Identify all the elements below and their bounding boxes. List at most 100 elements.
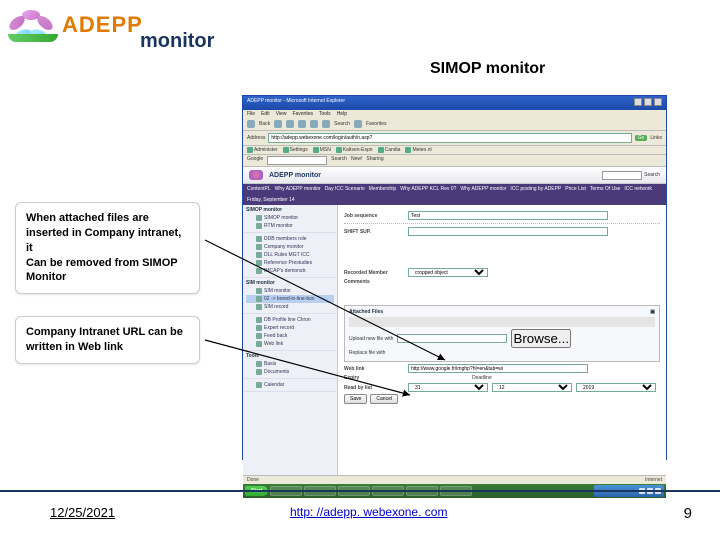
status-right: Internet xyxy=(645,477,662,483)
nav-item[interactable]: Why ADEPP KCL Rev 0? xyxy=(400,186,456,192)
ie-addressbar[interactable]: Address Go Links xyxy=(243,131,666,146)
recmem-label: Recorded Member xyxy=(344,270,404,276)
ie-title-text: ADEPP monitor - Microsoft Internet Explo… xyxy=(247,98,345,108)
favorites-icon[interactable] xyxy=(354,120,362,128)
home-icon[interactable] xyxy=(310,120,318,128)
slide-main-title: SIMOP monitor xyxy=(430,60,545,78)
menu-tools[interactable]: Tools xyxy=(319,111,331,117)
readby-dd[interactable]: 31 xyxy=(408,383,488,392)
sidebar[interactable]: SIMOP monitor SIMOP monitor RTM monitor … xyxy=(243,205,338,475)
search-icon[interactable] xyxy=(322,120,330,128)
link-item: Kaltsen-Espn xyxy=(336,147,373,153)
nav-item[interactable]: Terms Of Use xyxy=(590,186,621,192)
link-item: Meteo.nl xyxy=(405,147,431,153)
menu-edit[interactable]: Edit xyxy=(261,111,270,117)
nav-item[interactable]: ContentPL xyxy=(247,186,271,192)
window-buttons[interactable] xyxy=(632,98,662,108)
fav-label[interactable]: Favorites xyxy=(366,121,387,127)
field-recorded-member: Recorded Member cropped object xyxy=(344,268,660,277)
ie-menubar[interactable]: File Edit View Favorites Tools Help xyxy=(243,110,666,118)
google-sharing[interactable]: Sharing xyxy=(366,156,383,165)
sidebar-group-title[interactable]: SIMOP monitor xyxy=(246,207,334,213)
nav-date: Friday, September 14 xyxy=(247,197,295,203)
doc-icon xyxy=(256,341,262,347)
sidebar-item: DLL Rules MGT ICC xyxy=(246,251,334,259)
google-toolbar[interactable]: Google Search New! Sharing xyxy=(243,155,666,167)
nav-item[interactable]: Day ICC Scenario xyxy=(325,186,365,192)
folder-icon xyxy=(256,361,262,367)
link-icon xyxy=(378,147,384,153)
doc-icon xyxy=(256,296,262,302)
refresh-icon[interactable] xyxy=(298,120,306,128)
stop-icon[interactable] xyxy=(286,120,294,128)
sidebar-item: Reference Prestudies xyxy=(246,259,334,267)
back-icon[interactable] xyxy=(247,120,255,128)
footer-page-number: 9 xyxy=(684,505,692,522)
addr-input[interactable] xyxy=(268,133,631,143)
readby-yy[interactable]: 2019 xyxy=(576,383,656,392)
search-label[interactable]: Search xyxy=(334,121,350,127)
cancel-button[interactable]: Cancel xyxy=(370,394,398,404)
nav-item[interactable]: ICC posting by ADEPP xyxy=(510,186,561,192)
weblink-input[interactable] xyxy=(408,364,588,373)
replace-label: Replace file with xyxy=(349,350,385,356)
jobseq-input[interactable] xyxy=(408,211,608,220)
back-label[interactable]: Back xyxy=(259,121,270,127)
google-label: Google xyxy=(247,156,263,165)
nav-item[interactable]: Why ADEPP monitor xyxy=(275,186,321,192)
ie-linksbar[interactable]: Administer Settings MSN Kaltsen-Espn Can… xyxy=(243,146,666,155)
nav-item[interactable]: Why ADEPP monitor xyxy=(460,186,506,192)
sidebar-group-title[interactable]: SIM monitor xyxy=(246,280,334,286)
app-title: ADEPP monitor xyxy=(269,172,321,179)
doc-icon xyxy=(256,244,262,250)
field-expiry: Expiry Deadline xyxy=(344,375,660,381)
doc-icon xyxy=(256,288,262,294)
doc-icon xyxy=(256,317,262,323)
google-new[interactable]: New! xyxy=(351,156,362,165)
field-jobseq: Job sequence xyxy=(344,211,660,220)
app-header: ADEPP monitor Search xyxy=(243,167,666,184)
menu-favorites[interactable]: Favorites xyxy=(292,111,313,117)
doc-icon xyxy=(256,252,262,258)
browse-button[interactable]: Browse... xyxy=(511,329,571,348)
go-button[interactable]: Go xyxy=(635,135,648,141)
field-comments: Comments xyxy=(344,279,660,285)
field-weblink: Web link xyxy=(344,364,660,373)
save-button[interactable]: Save xyxy=(344,394,367,404)
doc-icon xyxy=(256,304,262,310)
addr-label: Address xyxy=(247,135,265,141)
doc-icon xyxy=(256,325,262,331)
forward-icon[interactable] xyxy=(274,120,282,128)
upload-path-input[interactable] xyxy=(397,334,507,343)
readby-label: Read by list xyxy=(344,385,404,391)
attached-files-box: Attached Files ▣ Upload new file with Br… xyxy=(344,305,660,362)
shift-input[interactable] xyxy=(408,227,608,236)
app-search-input[interactable] xyxy=(602,171,642,180)
doc-icon xyxy=(256,223,262,229)
ie-toolbar[interactable]: Back Search Favorites xyxy=(243,118,666,131)
menu-view[interactable]: View xyxy=(276,111,287,117)
app-nav[interactable]: ContentPL Why ADEPP monitor Day ICC Scen… xyxy=(243,184,666,205)
menu-help[interactable]: Help xyxy=(337,111,347,117)
nav-item[interactable]: Membership xyxy=(369,186,397,192)
app-search-btn[interactable]: Search xyxy=(644,172,660,178)
callout-line: Company Intranet URL can be written in W… xyxy=(26,325,189,355)
sidebar-item: DB Profile line Chron xyxy=(246,316,334,324)
link-item: Administer xyxy=(247,147,278,153)
slide-section-title: monitor xyxy=(140,30,214,53)
logo-flower-icon xyxy=(8,8,58,42)
sidebar-group-title[interactable]: Tools xyxy=(246,353,334,359)
sidebar-item: Basis xyxy=(246,360,334,368)
menu-file[interactable]: File xyxy=(247,111,255,117)
callout-weblink: Company Intranet URL can be written in W… xyxy=(15,316,200,364)
status-left: Done xyxy=(247,477,259,483)
google-search[interactable]: Search xyxy=(331,156,347,165)
readby-mm[interactable]: 12 xyxy=(492,383,572,392)
collapse-icon[interactable]: ▣ xyxy=(650,309,655,315)
footer-link[interactable]: http: //adepp. webexone. com xyxy=(290,505,447,519)
recmem-select[interactable]: cropped object xyxy=(408,268,488,277)
nav-item[interactable]: Price List xyxy=(565,186,586,192)
nav-item[interactable]: ICC network xyxy=(624,186,652,192)
upload-label: Upload new file with xyxy=(349,336,393,342)
google-input[interactable] xyxy=(267,156,327,165)
